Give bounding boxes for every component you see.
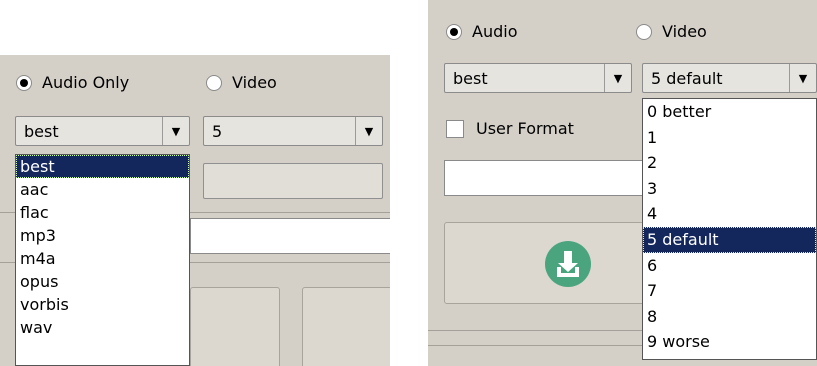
divider <box>428 330 643 331</box>
left-panel: Audio Only Video best ▼ 5 ▼ best aac fla… <box>0 55 390 366</box>
list-item[interactable]: m4a <box>16 247 189 270</box>
radio-video[interactable]: Video <box>636 22 707 41</box>
url-input[interactable] <box>190 218 390 254</box>
list-item[interactable]: 9 worse <box>643 329 816 355</box>
list-item[interactable]: wav <box>16 316 189 339</box>
radio-audio-label: Audio <box>472 22 518 41</box>
list-item[interactable]: 7 <box>643 278 816 304</box>
quality-combo-value: 5 default <box>651 68 723 88</box>
radio-button-checked[interactable] <box>446 23 462 40</box>
url-input[interactable] <box>444 160 659 196</box>
quality-dropdown-list[interactable]: 0 better 1 2 3 4 5 default 6 7 8 9 worse <box>642 98 817 360</box>
format-combo[interactable]: best ▼ <box>15 116 190 146</box>
format-combo-value: best <box>453 68 488 88</box>
list-item[interactable]: 6 <box>643 253 816 279</box>
format-combo-value: best <box>24 121 59 141</box>
user-format-checkbox[interactable] <box>446 120 464 138</box>
radio-audio[interactable]: Audio <box>446 22 517 41</box>
list-item[interactable]: 0 better <box>643 99 816 125</box>
list-item[interactable]: 8 <box>643 304 816 330</box>
format-dropdown-list[interactable]: best aac flac mp3 m4a opus vorbis wav <box>15 154 190 366</box>
list-item-selected[interactable]: best <box>16 155 189 178</box>
quality-combo[interactable]: 5 default ▼ <box>642 63 817 93</box>
quality-combo[interactable]: 5 ▼ <box>203 116 383 146</box>
radio-video-label: Video <box>232 73 277 92</box>
radio-button-unchecked[interactable] <box>206 74 222 91</box>
radio-button-checked[interactable] <box>16 74 32 91</box>
radio-video-label: Video <box>662 22 707 41</box>
list-item[interactable]: 3 <box>643 176 816 202</box>
download-icon <box>545 241 591 287</box>
radio-audio-only[interactable]: Audio Only <box>16 73 129 92</box>
combo-arrow-icon[interactable]: ▼ <box>355 117 382 145</box>
list-item[interactable]: vorbis <box>16 293 189 316</box>
combo-arrow-icon[interactable]: ▼ <box>162 117 189 145</box>
quality-combo-value: 5 <box>212 121 223 141</box>
list-item[interactable]: 2 <box>643 150 816 176</box>
format-combo[interactable]: best ▼ <box>444 63 632 93</box>
radio-button-unchecked[interactable] <box>636 23 652 40</box>
divider <box>428 345 643 346</box>
action-button[interactable] <box>190 287 280 366</box>
action-button[interactable] <box>302 287 390 366</box>
list-item-selected[interactable]: 5 default <box>643 226 816 253</box>
list-item[interactable]: 4 <box>643 201 816 227</box>
list-item[interactable]: mp3 <box>16 224 189 247</box>
list-item[interactable]: 1 <box>643 125 816 151</box>
disabled-field <box>203 163 383 199</box>
radio-video[interactable]: Video <box>206 73 277 92</box>
list-item[interactable]: aac <box>16 178 189 201</box>
combo-arrow-icon[interactable]: ▼ <box>789 64 816 92</box>
list-item[interactable]: opus <box>16 270 189 293</box>
radio-audio-only-label: Audio Only <box>42 73 130 92</box>
right-panel: Audio Video best ▼ 5 default ▼ User Form… <box>428 0 817 366</box>
user-format-label: User Format <box>476 119 574 138</box>
list-item[interactable]: flac <box>16 201 189 224</box>
combo-arrow-icon[interactable]: ▼ <box>604 64 631 92</box>
download-button[interactable] <box>444 222 659 304</box>
